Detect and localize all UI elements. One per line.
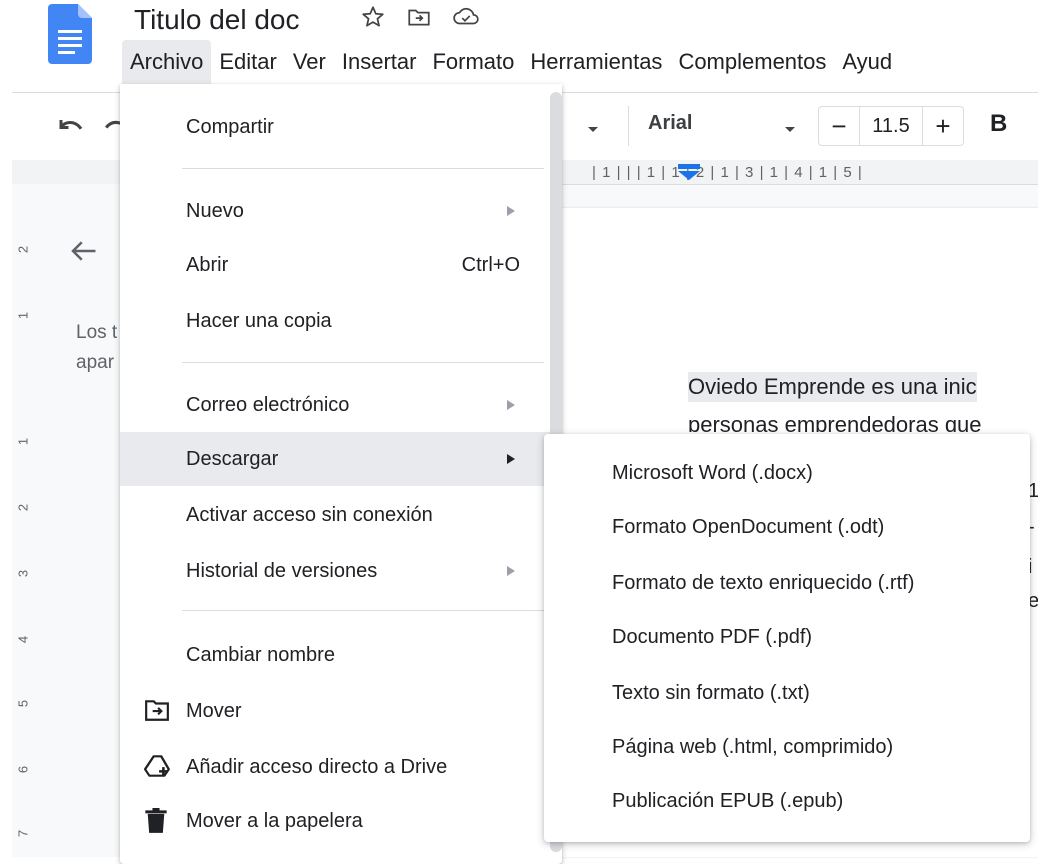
font-size-input[interactable]: 11.5 xyxy=(859,107,923,145)
cloud-saved-icon[interactable] xyxy=(452,4,480,30)
submenu-item-label: Publicación EPUB (.epub) xyxy=(612,789,844,812)
menu-item-offline[interactable]: Activar acceso sin conexión xyxy=(120,488,552,542)
menu-ayuda[interactable]: Ayud xyxy=(834,40,900,84)
back-arrow-icon[interactable] xyxy=(68,238,98,269)
download-odt[interactable]: Formato OpenDocument (.odt) xyxy=(544,500,1030,554)
menu-insertar[interactable]: Insertar xyxy=(334,40,425,84)
vertical-ruler-number: 7 xyxy=(15,829,31,838)
menu-item-label: Nuevo xyxy=(186,199,244,222)
font-dropdown-chevron-icon[interactable] xyxy=(783,122,797,140)
outline-hint-line: Los t xyxy=(76,322,118,343)
menu-item-version-history[interactable]: Historial de versiones xyxy=(120,544,552,598)
submenu-arrow-icon xyxy=(506,394,516,417)
move-folder-icon xyxy=(144,698,170,728)
file-menu: Compartir Nuevo Abrir Ctrl+O Hacer una c… xyxy=(120,84,562,864)
download-rtf[interactable]: Formato de texto enriquecido (.rtf) xyxy=(544,556,1030,610)
menu-editar[interactable]: Editar xyxy=(211,40,284,84)
move-to-folder-icon[interactable] xyxy=(406,4,432,30)
decrease-font-size-button[interactable]: − xyxy=(819,107,859,145)
download-submenu: Microsoft Word (.docx) Formato OpenDocum… xyxy=(544,434,1030,842)
menu-item-label: Cambiar nombre xyxy=(186,643,335,666)
menu-item-share[interactable]: Compartir xyxy=(120,100,552,154)
vertical-ruler-number: 2 xyxy=(15,503,31,512)
vertical-ruler-number: 6 xyxy=(15,765,31,774)
document-title[interactable]: Titulo del doc xyxy=(134,2,300,38)
menu-item-open[interactable]: Abrir Ctrl+O xyxy=(120,238,552,292)
submenu-arrow-icon xyxy=(506,448,516,471)
menu-item-rename[interactable]: Cambiar nombre xyxy=(120,628,552,682)
menu-separator xyxy=(182,168,544,169)
menu-item-label: Activar acceso sin conexión xyxy=(186,503,433,526)
document-text-line[interactable]: Oviedo Emprende es una inic xyxy=(688,372,977,402)
menu-item-label: Hacer una copia xyxy=(186,309,332,332)
outline-hint-text: Los t apar xyxy=(76,318,120,378)
menubar: Archivo Editar Ver Insertar Formato Herr… xyxy=(122,40,900,84)
menu-item-label: Mover a la papelera xyxy=(186,809,363,832)
menu-item-email[interactable]: Correo electrónico xyxy=(120,378,552,432)
vertical-ruler-number: 5 xyxy=(15,699,31,708)
menu-item-label: Descargar xyxy=(186,447,279,470)
download-html[interactable]: Página web (.html, comprimido) xyxy=(544,720,1030,774)
vertical-ruler[interactable]: 2 1 1 2 3 4 5 6 7 xyxy=(12,184,35,857)
shortcut-label: Ctrl+O xyxy=(461,253,520,276)
download-txt[interactable]: Texto sin formato (.txt) xyxy=(544,666,1030,720)
submenu-item-label: Documento PDF (.pdf) xyxy=(612,625,813,648)
vertical-ruler-number: 2 xyxy=(15,245,31,254)
style-dropdown-chevron-icon[interactable] xyxy=(586,122,600,140)
menu-item-trash[interactable]: Mover a la papelera xyxy=(120,794,552,848)
menu-ver[interactable]: Ver xyxy=(285,40,334,84)
drive-shortcut-icon xyxy=(144,754,172,784)
submenu-arrow-icon xyxy=(506,560,516,583)
submenu-item-label: Página web (.html, comprimido) xyxy=(612,735,894,758)
menu-item-download[interactable]: Descargar xyxy=(120,432,552,486)
trash-icon xyxy=(144,808,168,840)
toolbar-separator xyxy=(628,106,629,146)
menu-item-label: Historial de versiones xyxy=(186,559,378,582)
menu-herramientas[interactable]: Herramientas xyxy=(522,40,670,84)
font-family-select[interactable]: Arial xyxy=(648,112,692,135)
menu-item-make-copy[interactable]: Hacer una copia xyxy=(120,294,552,348)
submenu-item-label: Formato OpenDocument (.odt) xyxy=(612,515,885,538)
vertical-ruler-number: 4 xyxy=(15,635,31,644)
menu-separator xyxy=(182,610,544,611)
docs-logo-icon[interactable] xyxy=(48,4,92,64)
vertical-ruler-number: 3 xyxy=(15,569,31,578)
menu-item-add-shortcut[interactable]: Añadir acceso directo a Drive xyxy=(120,740,552,794)
submenu-item-label: Microsoft Word (.docx) xyxy=(612,461,813,484)
document-text-line[interactable]: personas emprendedoras que xyxy=(688,412,982,432)
menu-item-label: Compartir xyxy=(186,115,274,138)
outline-hint-line: apar xyxy=(76,352,115,373)
bold-button[interactable]: B xyxy=(990,110,1007,138)
menu-formato[interactable]: Formato xyxy=(424,40,522,84)
menu-item-new[interactable]: Nuevo xyxy=(120,184,552,238)
download-epub[interactable]: Publicación EPUB (.epub) xyxy=(544,774,1030,828)
menu-item-label: Abrir xyxy=(186,253,229,276)
indent-marker-icon[interactable] xyxy=(676,164,702,185)
menu-complementos[interactable]: Complementos xyxy=(670,40,834,84)
menu-item-label: Correo electrónico xyxy=(186,393,350,416)
star-icon[interactable] xyxy=(360,4,386,30)
download-pdf[interactable]: Documento PDF (.pdf) xyxy=(544,610,1030,664)
undo-icon[interactable] xyxy=(56,112,86,143)
menu-item-move[interactable]: Mover xyxy=(120,684,552,738)
menu-item-label: Mover xyxy=(186,699,242,722)
submenu-arrow-icon xyxy=(506,200,516,223)
menu-archivo[interactable]: Archivo xyxy=(122,40,212,84)
menu-separator xyxy=(182,362,544,363)
submenu-item-label: Texto sin formato (.txt) xyxy=(612,681,810,704)
vertical-ruler-number: 1 xyxy=(15,311,31,320)
increase-font-size-button[interactable]: + xyxy=(923,107,963,145)
vertical-ruler-number: 1 xyxy=(15,437,31,446)
submenu-item-label: Formato de texto enriquecido (.rtf) xyxy=(612,571,915,594)
download-docx[interactable]: Microsoft Word (.docx) xyxy=(544,446,1030,500)
font-size-stepper: − 11.5 + xyxy=(818,106,964,146)
menu-item-label: Añadir acceso directo a Drive xyxy=(186,755,448,778)
horizontal-ruler-ticks: | 1 | | | 1 | 1 | 2 | 1 | 3 | 1 | 4 | 1 … xyxy=(592,163,863,181)
